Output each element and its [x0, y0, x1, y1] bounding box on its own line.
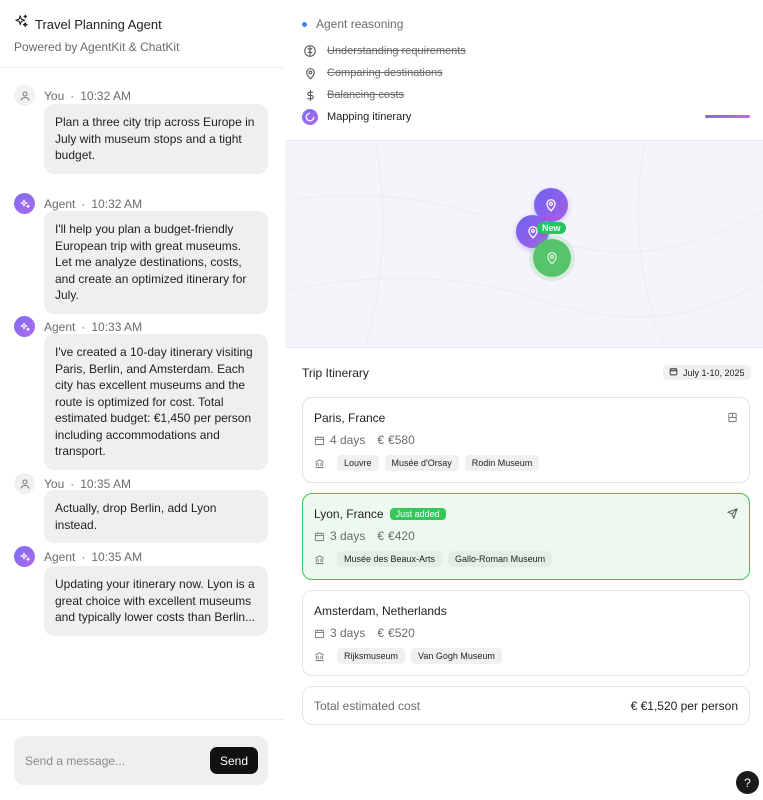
message-time: 10:35 AM: [91, 549, 143, 564]
app-title: Travel Planning Agent: [35, 16, 162, 32]
euro-icon: €: [377, 529, 385, 543]
reasoning-step: Balancing costs: [302, 87, 404, 103]
museum-tag: Louvre: [337, 455, 379, 471]
city-cost: €420: [388, 529, 415, 543]
euro-icon: €: [630, 698, 638, 713]
reasoning-header: Agent reasoning: [302, 17, 403, 31]
message-time: 10:33 AM: [91, 319, 143, 334]
city-name: Paris, France: [314, 411, 386, 425]
map-pin-lyon[interactable]: [533, 239, 571, 277]
museum-icon: [314, 651, 325, 662]
date-range-badge: July 1-10, 2025: [663, 365, 751, 380]
museum-tag: Musée d'Orsay: [384, 455, 459, 471]
reasoning-title: Agent reasoning: [316, 17, 404, 31]
sparkle-icon: [14, 14, 29, 34]
agent-avatar-icon: [14, 193, 35, 214]
message-author: You: [44, 476, 65, 491]
total-label: Total estimated cost: [314, 698, 421, 713]
send-button[interactable]: Send: [210, 747, 258, 774]
message-bubble: Plan a three city trip across Europe in …: [44, 104, 268, 174]
message-author: Agent: [44, 319, 76, 334]
city-days: 4 days: [330, 433, 366, 447]
message-bubble: I'll help you plan a budget-friendly Eur…: [44, 211, 268, 314]
user-avatar-icon: [14, 85, 35, 106]
progress-bar: [705, 115, 750, 118]
city-card-lyon[interactable]: Lyon, France Just added 3 days € €420 Mu…: [302, 493, 750, 580]
total-cost-row: Total estimated cost € €1,520 per person: [302, 686, 750, 725]
calendar-icon: [314, 435, 325, 446]
divider: [0, 67, 285, 68]
reasoning-step: Comparing destinations: [302, 65, 443, 81]
just-added-badge: Just added: [389, 508, 446, 520]
agent-avatar-icon: [14, 546, 35, 567]
user-avatar-icon: [14, 473, 35, 494]
message-time: 10:35 AM: [80, 476, 131, 491]
agent-avatar-icon: [14, 316, 35, 337]
museum-tag: Van Gogh Museum: [411, 648, 502, 664]
itinerary-title: Trip Itinerary: [302, 366, 369, 380]
city-days: 3 days: [330, 626, 366, 640]
chat-panel: Travel Planning Agent Powered by AgentKi…: [0, 0, 285, 800]
chat-header: Travel Planning Agent Powered by AgentKi…: [14, 14, 179, 54]
museum-icon: [314, 458, 325, 469]
message-author: Agent: [44, 549, 76, 564]
message-author: You: [44, 88, 65, 103]
city-card-paris[interactable]: Paris, France 4 days € €580 Louvre Musée…: [302, 397, 750, 483]
message-composer: Send: [14, 736, 268, 785]
total-value: € €1,520 per person: [631, 699, 738, 713]
reasoning-step: Mapping itinerary: [302, 109, 411, 125]
message-bubble: Updating your itinerary now. Lyon is a g…: [44, 566, 268, 636]
map-pin-icon: [302, 65, 318, 81]
total-amount: €1,520 per person: [640, 698, 738, 713]
new-pin-badge: New: [537, 222, 566, 234]
date-range-text: July 1-10, 2025: [683, 367, 745, 378]
message-bubble: I've created a 10-day itinerary visiting…: [44, 334, 268, 470]
app-subtitle: Powered by AgentKit & ChatKit: [14, 40, 180, 54]
city-cost: €520: [388, 626, 415, 640]
bookmark-icon[interactable]: [727, 410, 738, 428]
calendar-icon: [314, 628, 325, 639]
euro-icon: €: [377, 433, 385, 447]
route-map[interactable]: New: [285, 140, 763, 348]
calendar-icon: [314, 531, 325, 542]
brain-icon: [302, 43, 318, 59]
step-label: Balancing costs: [327, 89, 405, 101]
euro-icon: €: [377, 626, 385, 640]
message-bubble: Actually, drop Berlin, add Lyon instead.: [44, 490, 268, 543]
step-label: Understanding requirements: [327, 45, 466, 57]
message-author: Agent: [44, 196, 76, 211]
divider: [0, 719, 285, 720]
message-time: 10:32 AM: [80, 88, 131, 103]
message-time: 10:32 AM: [91, 196, 143, 211]
status-dot-icon: [302, 21, 307, 27]
city-card-amsterdam[interactable]: Amsterdam, Netherlands 3 days € €520 Rij…: [302, 590, 750, 676]
plane-icon[interactable]: [726, 506, 738, 524]
museum-tag: Musée des Beaux-Arts: [337, 551, 443, 567]
message-input[interactable]: [14, 736, 204, 785]
step-label: Comparing destinations: [327, 67, 443, 79]
museum-icon: [314, 554, 325, 565]
city-days: 3 days: [330, 529, 366, 543]
museum-tag: Gallo-Roman Museum: [448, 551, 553, 567]
dollar-icon: [302, 87, 318, 103]
museum-tag: Rijksmuseum: [337, 648, 406, 664]
reasoning-step: Understanding requirements: [302, 43, 466, 59]
trip-panel: Agent reasoning Understanding requiremen…: [285, 0, 763, 800]
city-name: Amsterdam, Netherlands: [314, 604, 447, 618]
museum-tag: Rodin Museum: [464, 455, 540, 471]
step-label: Mapping itinerary: [327, 111, 412, 123]
city-cost: €580: [388, 433, 415, 447]
city-name: Lyon, France: [314, 507, 384, 521]
help-button[interactable]: ?: [736, 771, 759, 794]
calendar-icon: [669, 367, 678, 378]
spinner-icon: [302, 109, 318, 125]
